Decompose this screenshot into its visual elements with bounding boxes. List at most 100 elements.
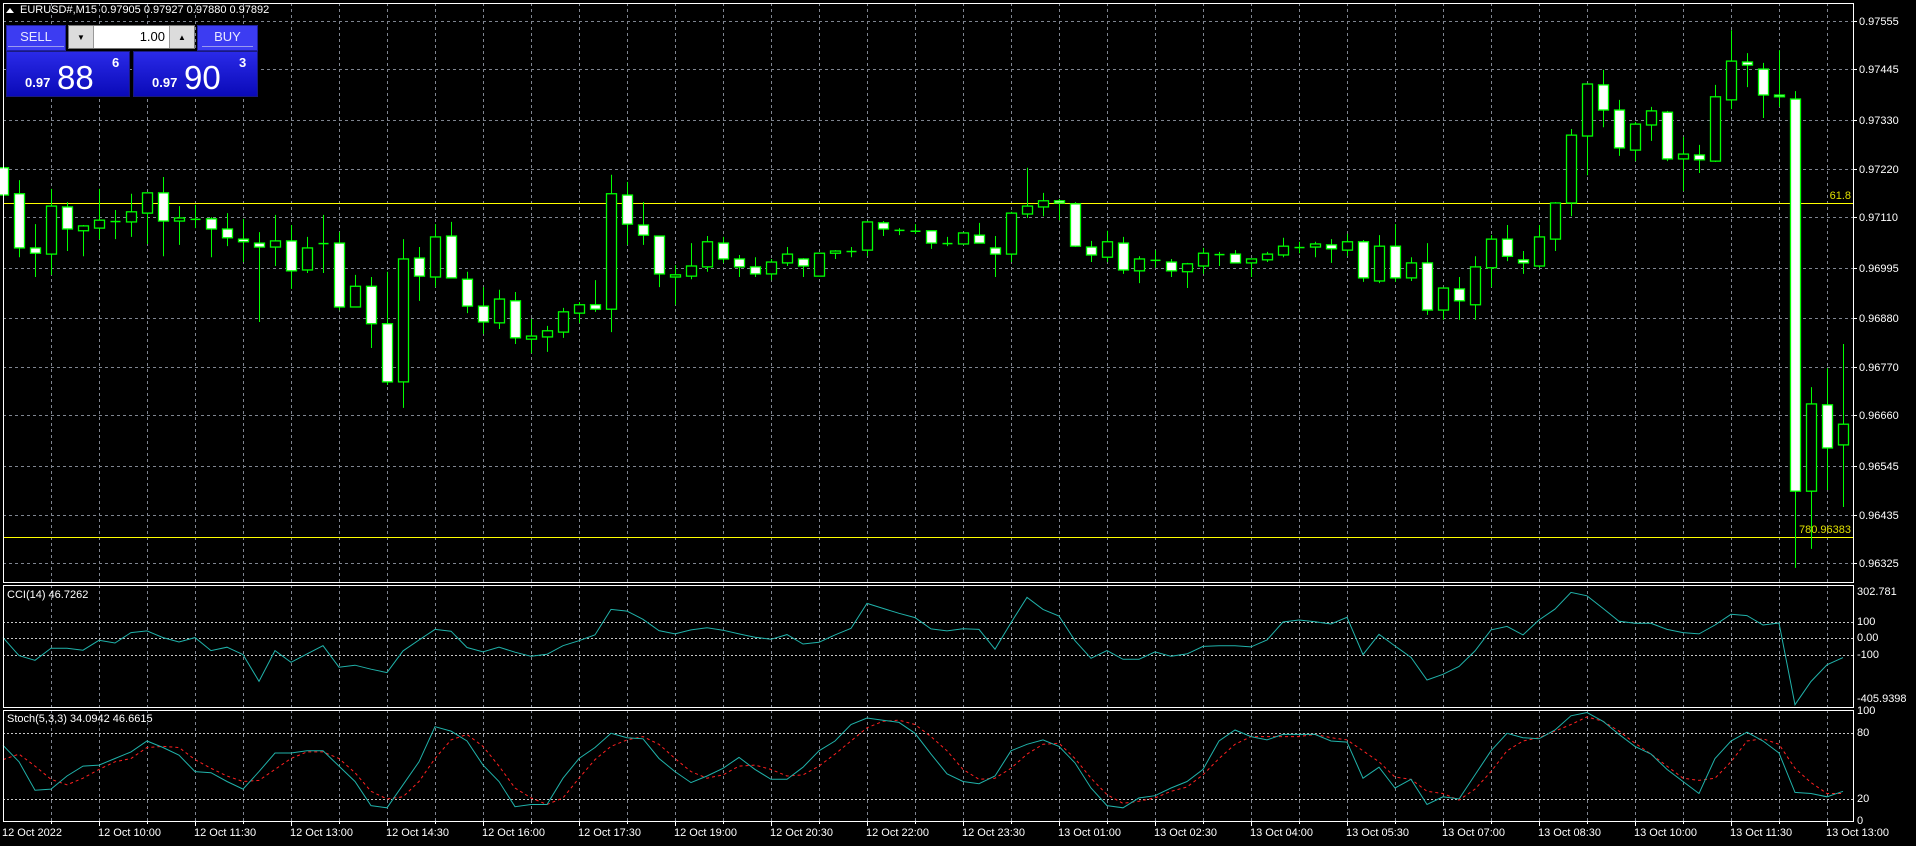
buy-price-box[interactable]: 0.97 90 3 <box>133 51 258 97</box>
bull-candle <box>141 192 154 214</box>
fibonacci-level-label: 61.8 <box>1829 189 1851 202</box>
bull-candle <box>269 240 282 248</box>
bull-candle <box>397 258 410 383</box>
price-axis-label: 0.96995 <box>1859 262 1899 275</box>
bull-candle <box>1405 262 1418 279</box>
stoch-axis-label: 80 <box>1857 727 1870 740</box>
main-panel-frame <box>3 3 1854 583</box>
bull-candle <box>1549 202 1562 240</box>
bear-candle <box>477 305 490 323</box>
symbol-timeframe: EURUSD#,M15 <box>20 4 98 16</box>
bear-candle <box>1821 404 1834 449</box>
decrease-lot-icon[interactable]: ▼ <box>69 26 94 48</box>
price-axis-label: 0.96660 <box>1859 409 1899 422</box>
time-axis-label: 12 Oct 17:30 <box>578 827 641 839</box>
bear-candle <box>653 235 666 275</box>
lot-size-input[interactable]: 1.00 <box>94 26 169 48</box>
lot-size-stepper[interactable]: ▼ 1.00 ▲ <box>68 25 195 49</box>
bull-candle <box>1133 258 1146 272</box>
bear-candle <box>1757 68 1770 96</box>
cci-axis-label: 100 <box>1857 615 1876 628</box>
bear-candle <box>1661 111 1674 160</box>
time-axis-label: 13 Oct 11:30 <box>1730 827 1793 839</box>
price-axis-label: 0.96435 <box>1859 509 1899 522</box>
bull-candle <box>1037 200 1050 208</box>
price-chart[interactable] <box>0 0 1916 846</box>
bull-candle <box>781 253 794 264</box>
time-axis-label: 12 Oct 16:00 <box>482 827 545 839</box>
sell-price-box[interactable]: 0.97 88 6 <box>6 51 130 97</box>
bull-candle <box>1437 287 1450 311</box>
bull-candle <box>1725 60 1738 101</box>
bear-candle <box>1069 203 1082 247</box>
sell-button[interactable]: SELL <box>6 25 66 51</box>
bear-candle <box>589 304 602 310</box>
bear-candle <box>1789 98 1802 492</box>
stoch-signal-line <box>2 716 1843 806</box>
stoch-panel-frame <box>3 710 1854 822</box>
bull-candle <box>1485 238 1498 269</box>
sell-label: SELL <box>8 29 64 47</box>
bull-candle <box>557 311 570 333</box>
bull-candle <box>1837 423 1850 446</box>
bear-candle <box>621 194 634 225</box>
bear-candle <box>1741 61 1754 66</box>
bear-candle <box>717 242 730 260</box>
cci-axis-label: 0.00 <box>1857 632 1879 645</box>
bear-candle <box>1501 238 1514 257</box>
bear-candle <box>989 247 1002 255</box>
bull-candle <box>605 193 618 310</box>
time-axis-label: 12 Oct 14:30 <box>386 827 449 839</box>
bull-candle <box>1533 236 1546 267</box>
time-axis-label: 13 Oct 02:30 <box>1154 827 1217 839</box>
stoch-axis-label: 0 <box>1857 814 1864 827</box>
time-axis-label: 13 Oct 10:00 <box>1634 827 1697 839</box>
cci-panel-frame <box>3 585 1854 708</box>
bear-candle <box>509 300 522 339</box>
time-axis-label: 12 Oct 2022 <box>2 827 62 839</box>
bear-candle <box>1597 84 1610 111</box>
buy-label: BUY <box>202 29 253 47</box>
collapse-triangle-icon[interactable] <box>6 7 14 13</box>
bear-candle <box>1421 262 1434 311</box>
bear-candle <box>733 258 746 268</box>
time-axis-label: 13 Oct 07:00 <box>1442 827 1505 839</box>
bear-candle <box>1357 241 1370 279</box>
bear-candle <box>877 222 890 230</box>
stoch-axis-label: 20 <box>1857 793 1870 805</box>
time-axis-label: 12 Oct 19:00 <box>674 827 737 839</box>
bear-candle <box>797 258 810 267</box>
bear-candle <box>1613 109 1626 149</box>
bull-candle <box>1629 123 1642 151</box>
bear-candle <box>637 224 650 236</box>
bear-candle <box>1693 154 1706 161</box>
bear-candle <box>61 206 74 230</box>
bear-candle <box>1517 259 1530 264</box>
bull-candle <box>765 261 778 275</box>
buy-button[interactable]: BUY <box>197 25 258 51</box>
sell-price-big: 88 <box>57 59 94 96</box>
bull-candle <box>1581 83 1594 137</box>
bull-candle <box>957 232 970 245</box>
bull-candle <box>1677 153 1690 160</box>
bear-candle <box>925 230 938 244</box>
cci-indicator-label: CCI(14) 46.7262 <box>7 589 89 601</box>
bear-candle <box>0 167 10 196</box>
increase-lot-icon[interactable]: ▲ <box>169 26 194 48</box>
bear-candle <box>413 257 426 277</box>
sell-price-prefix: 0.97 <box>25 75 51 90</box>
bull-candle <box>173 217 186 222</box>
bear-candle <box>1773 94 1786 98</box>
bull-candle <box>1469 266 1482 306</box>
buy-price-sup: 3 <box>239 55 247 70</box>
bull-candle <box>669 274 682 278</box>
cci-axis-label: -100 <box>1857 649 1880 662</box>
bull-candle <box>1005 212 1018 255</box>
price-axis-label: 0.96880 <box>1859 312 1899 325</box>
bear-candle <box>333 242 346 308</box>
bull-candle <box>1645 110 1658 126</box>
price-axis-label: 0.96325 <box>1859 557 1899 570</box>
bear-candle <box>1053 200 1066 204</box>
bull-candle <box>45 205 58 255</box>
time-axis-label: 12 Oct 11:30 <box>194 827 257 839</box>
